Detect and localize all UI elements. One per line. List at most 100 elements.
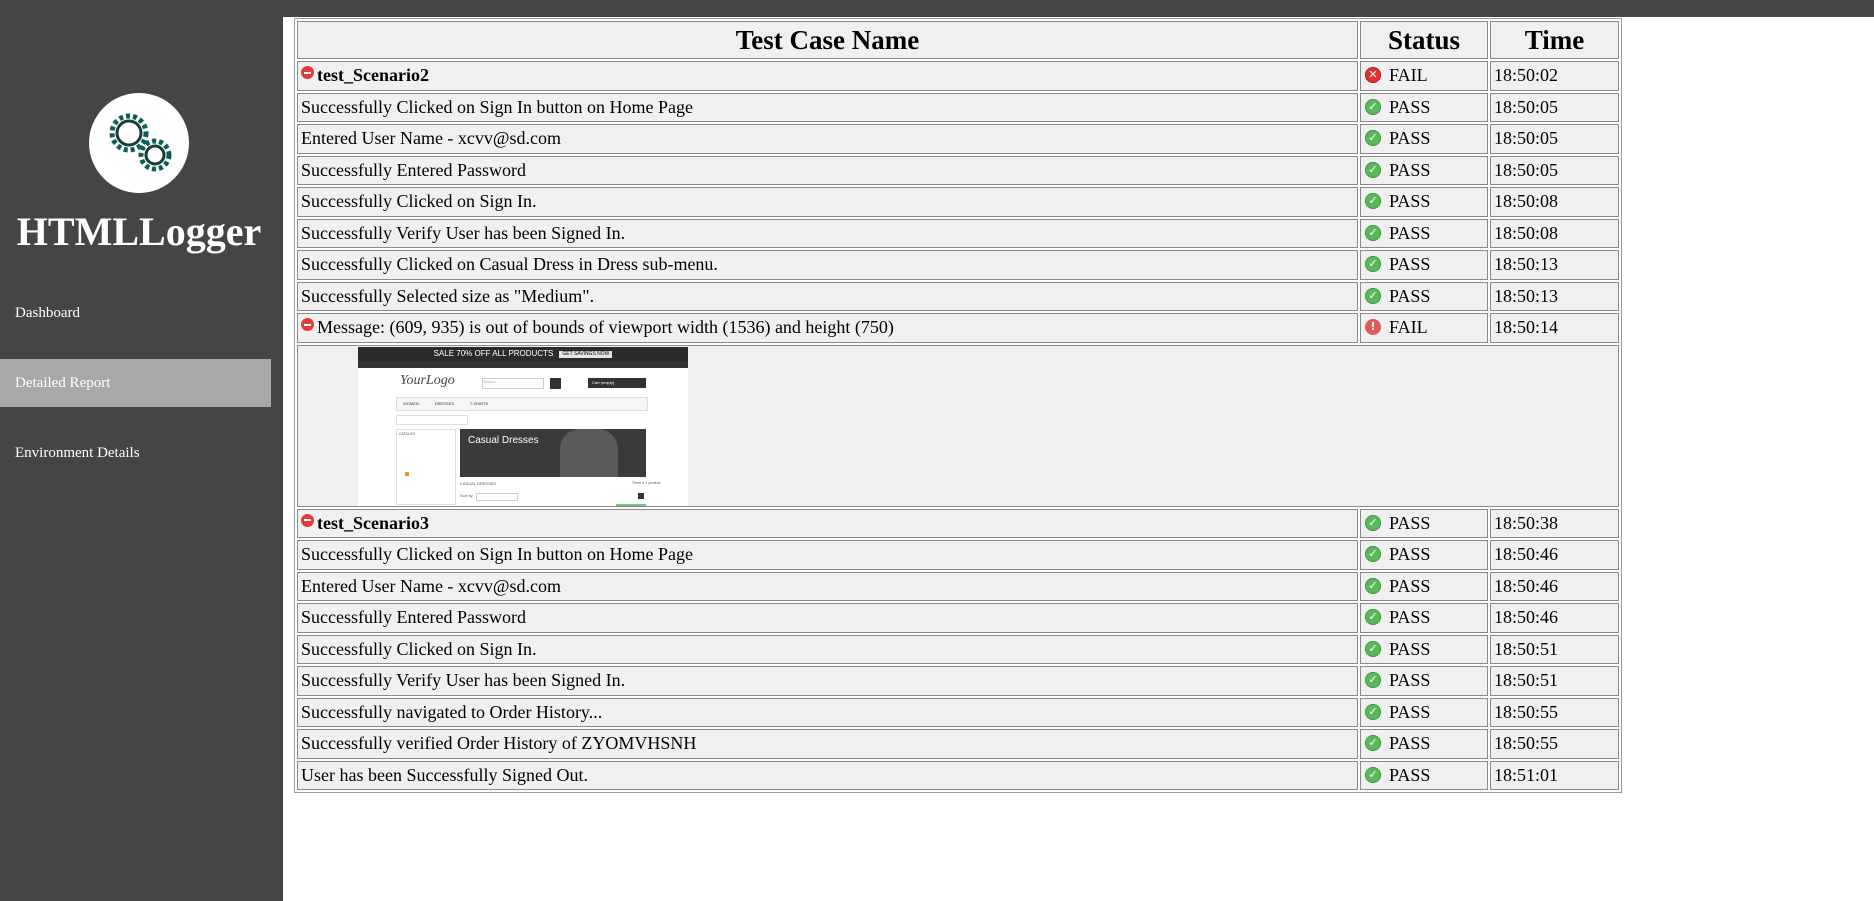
status-text: PASS xyxy=(1389,191,1431,212)
shot-hero: Casual Dresses xyxy=(460,428,646,477)
pass-icon: ✓ xyxy=(1365,703,1381,720)
header-test-case-name: Test Case Name xyxy=(297,21,1358,59)
time-cell: 18:50:46 xyxy=(1490,603,1619,633)
table-row: Successfully Clicked on Sign In button o… xyxy=(297,92,1619,122)
status-text: FAIL xyxy=(1389,317,1428,338)
time-cell: 18:50:38 xyxy=(1490,508,1619,538)
step-name: Successfully Clicked on Sign In. xyxy=(297,187,1358,217)
error-icon: ! xyxy=(1365,319,1381,336)
shot-logo: YourLogo xyxy=(400,372,455,388)
shot-green-button xyxy=(616,503,646,506)
status-text: PASS xyxy=(1389,285,1431,306)
status-text: PASS xyxy=(1389,512,1431,533)
collapse-icon[interactable] xyxy=(301,513,314,527)
scenario-row[interactable]: test_Scenario2 ✕ FAIL 18:50:02 xyxy=(297,61,1619,91)
shot-catalog-checkbox xyxy=(405,471,409,476)
shot-banner-button: GET SAVINGS NOW xyxy=(559,350,613,358)
shot-sort-select xyxy=(476,492,518,501)
pass-icon: ✓ xyxy=(1365,98,1381,115)
pass-icon: ✓ xyxy=(1365,287,1381,304)
time-cell: 18:50:46 xyxy=(1490,540,1619,570)
scenario-title: test_Scenario3 xyxy=(317,512,429,533)
screenshot-row: SALE 70% OFF ALL PRODUCTS GET SAVINGS NOW… xyxy=(297,344,1619,507)
time-cell: 18:50:05 xyxy=(1490,124,1619,154)
logo xyxy=(89,93,189,193)
step-name: Successfully Clicked on Sign In button o… xyxy=(297,92,1358,122)
shot-breadcrumb xyxy=(396,414,468,425)
pass-icon: ✓ xyxy=(1365,224,1381,241)
step-name: Successfully Clicked on Sign In button o… xyxy=(297,540,1358,570)
step-name: Successfully Selected size as "Medium". xyxy=(297,281,1358,311)
fail-icon: ✕ xyxy=(1365,67,1381,84)
pass-icon: ✓ xyxy=(1365,130,1381,147)
shot-showing: There is 1 product. xyxy=(632,480,662,485)
status-text: PASS xyxy=(1389,128,1431,149)
collapse-icon[interactable] xyxy=(301,66,314,80)
time-cell: 18:50:05 xyxy=(1490,155,1619,185)
scenario-row[interactable]: test_Scenario3 ✓ PASS 18:50:38 xyxy=(297,508,1619,538)
status-text: PASS xyxy=(1389,638,1431,659)
table-row: User has been Successfully Signed Out. ✓… xyxy=(297,760,1619,790)
status-text: PASS xyxy=(1389,607,1431,628)
pass-icon: ✓ xyxy=(1365,161,1381,178)
pass-icon: ✓ xyxy=(1365,640,1381,657)
status-text: PASS xyxy=(1389,222,1431,243)
table-row: Successfully Clicked on Sign In button o… xyxy=(297,540,1619,570)
pass-icon: ✓ xyxy=(1365,577,1381,594)
pass-icon: ✓ xyxy=(1365,546,1381,563)
error-row[interactable]: Message: (609, 935) is out of bounds of … xyxy=(297,313,1619,343)
step-name: Successfully Verify User has been Signed… xyxy=(297,218,1358,248)
step-name: Successfully Clicked on Sign In. xyxy=(297,634,1358,664)
shot-subbar xyxy=(358,360,688,368)
status-text: PASS xyxy=(1389,670,1431,691)
shot-menu: WOMEN DRESSES T-SHIRTS xyxy=(396,396,648,411)
sidebar: HTMLLogger Dashboard Detailed Report Env… xyxy=(0,0,283,901)
time-cell: 18:50:14 xyxy=(1490,313,1619,343)
header-status: Status xyxy=(1360,21,1488,59)
brand-title: HTMLLogger xyxy=(16,209,262,254)
pass-icon: ✓ xyxy=(1365,193,1381,210)
time-cell: 18:50:51 xyxy=(1490,634,1619,664)
shot-grid-view-icon xyxy=(638,492,644,499)
table-row: Successfully Clicked on Sign In. ✓ PASS 1… xyxy=(297,187,1619,217)
status-text: PASS xyxy=(1389,159,1431,180)
shot-search-icon xyxy=(550,377,561,389)
shot-hero-desc xyxy=(468,451,558,461)
nav-detailed-report[interactable]: Detailed Report xyxy=(0,359,271,407)
status-text: PASS xyxy=(1389,701,1431,722)
shot-banner-text: SALE 70% OFF ALL PRODUCTS xyxy=(433,348,554,358)
report-panel: Test Case Name Status Time test_Scenario… xyxy=(294,18,1622,793)
time-cell: 18:50:05 xyxy=(1490,92,1619,122)
table-header-row: Test Case Name Status Time xyxy=(297,21,1619,59)
pass-icon: ✓ xyxy=(1365,672,1381,689)
time-cell: 18:50:55 xyxy=(1490,729,1619,759)
failure-screenshot[interactable]: SALE 70% OFF ALL PRODUCTS GET SAVINGS NOW… xyxy=(358,346,688,506)
nav-dashboard[interactable]: Dashboard xyxy=(0,289,271,337)
time-cell: 18:50:51 xyxy=(1490,666,1619,696)
status-text: PASS xyxy=(1389,764,1431,785)
nav-environment-details[interactable]: Environment Details xyxy=(0,429,271,477)
time-cell: 18:50:08 xyxy=(1490,218,1619,248)
collapse-icon[interactable] xyxy=(301,318,314,332)
shot-banner: SALE 70% OFF ALL PRODUCTS GET SAVINGS NOW xyxy=(358,346,688,361)
shot-menu-item: T-SHIRTS xyxy=(469,400,489,406)
table-row: Entered User Name - xcvv@sd.com ✓ PASS 18… xyxy=(297,124,1619,154)
status-text: PASS xyxy=(1389,575,1431,596)
time-cell: 18:50:13 xyxy=(1490,281,1619,311)
shot-cart: Cart (empty) xyxy=(588,377,646,388)
shot-catalog: CATALOG xyxy=(396,428,456,505)
table-row: Successfully Entered Password ✓ PASS 18:5… xyxy=(297,603,1619,633)
time-cell: 18:51:01 xyxy=(1490,760,1619,790)
step-name: Successfully navigated to Order History.… xyxy=(297,697,1358,727)
step-name: User has been Successfully Signed Out. xyxy=(297,760,1358,790)
header-time: Time xyxy=(1490,21,1619,59)
shot-subheading: CASUAL DRESSES xyxy=(460,480,497,486)
shot-sort-label: Sort by xyxy=(460,492,473,498)
time-cell: 18:50:46 xyxy=(1490,571,1619,601)
pass-icon: ✓ xyxy=(1365,735,1381,752)
error-message: Message: (609, 935) is out of bounds of … xyxy=(317,317,894,338)
report-table: Test Case Name Status Time test_Scenario… xyxy=(294,18,1622,793)
step-name: Successfully Entered Password xyxy=(297,155,1358,185)
pass-icon: ✓ xyxy=(1365,256,1381,273)
step-name: Entered User Name - xcvv@sd.com xyxy=(297,571,1358,601)
